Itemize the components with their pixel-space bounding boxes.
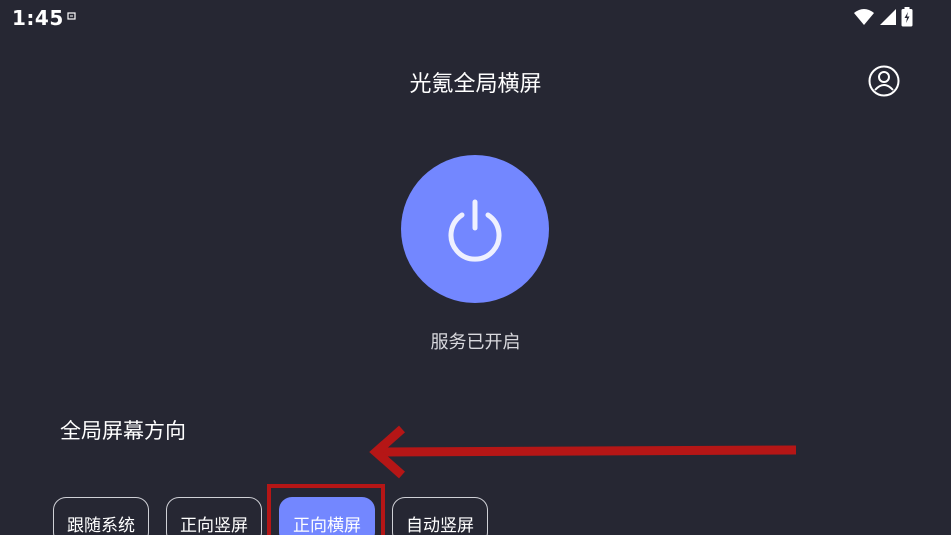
notification-icon bbox=[67, 12, 76, 20]
battery-charging-icon bbox=[901, 7, 913, 27]
status-icons bbox=[853, 7, 913, 27]
orientation-option-follow-system[interactable]: 跟随系统 bbox=[53, 497, 149, 535]
account-button[interactable] bbox=[867, 64, 901, 98]
wifi-icon bbox=[854, 9, 874, 25]
orientation-option-landscape[interactable]: 正向横屏 bbox=[279, 497, 375, 535]
orientation-option-auto-portrait[interactable]: 自动竖屏 bbox=[392, 497, 488, 535]
account-circle-icon bbox=[868, 65, 900, 97]
cell-signal-icon bbox=[880, 9, 896, 25]
power-toggle-button[interactable] bbox=[401, 155, 549, 303]
section-title-orientation: 全局屏幕方向 bbox=[60, 419, 186, 443]
power-icon bbox=[448, 199, 502, 262]
service-status-text: 服务已开启 bbox=[430, 332, 521, 353]
page-title: 光氪全局横屏 bbox=[409, 72, 542, 97]
app-screen: 1:45 光氪全局横屏 服务已开启 全局屏幕方向 跟随系统 正向竖屏 正向横屏 … bbox=[0, 0, 951, 535]
status-time: 1:45 bbox=[12, 6, 64, 30]
orientation-option-portrait[interactable]: 正向竖屏 bbox=[166, 497, 262, 535]
